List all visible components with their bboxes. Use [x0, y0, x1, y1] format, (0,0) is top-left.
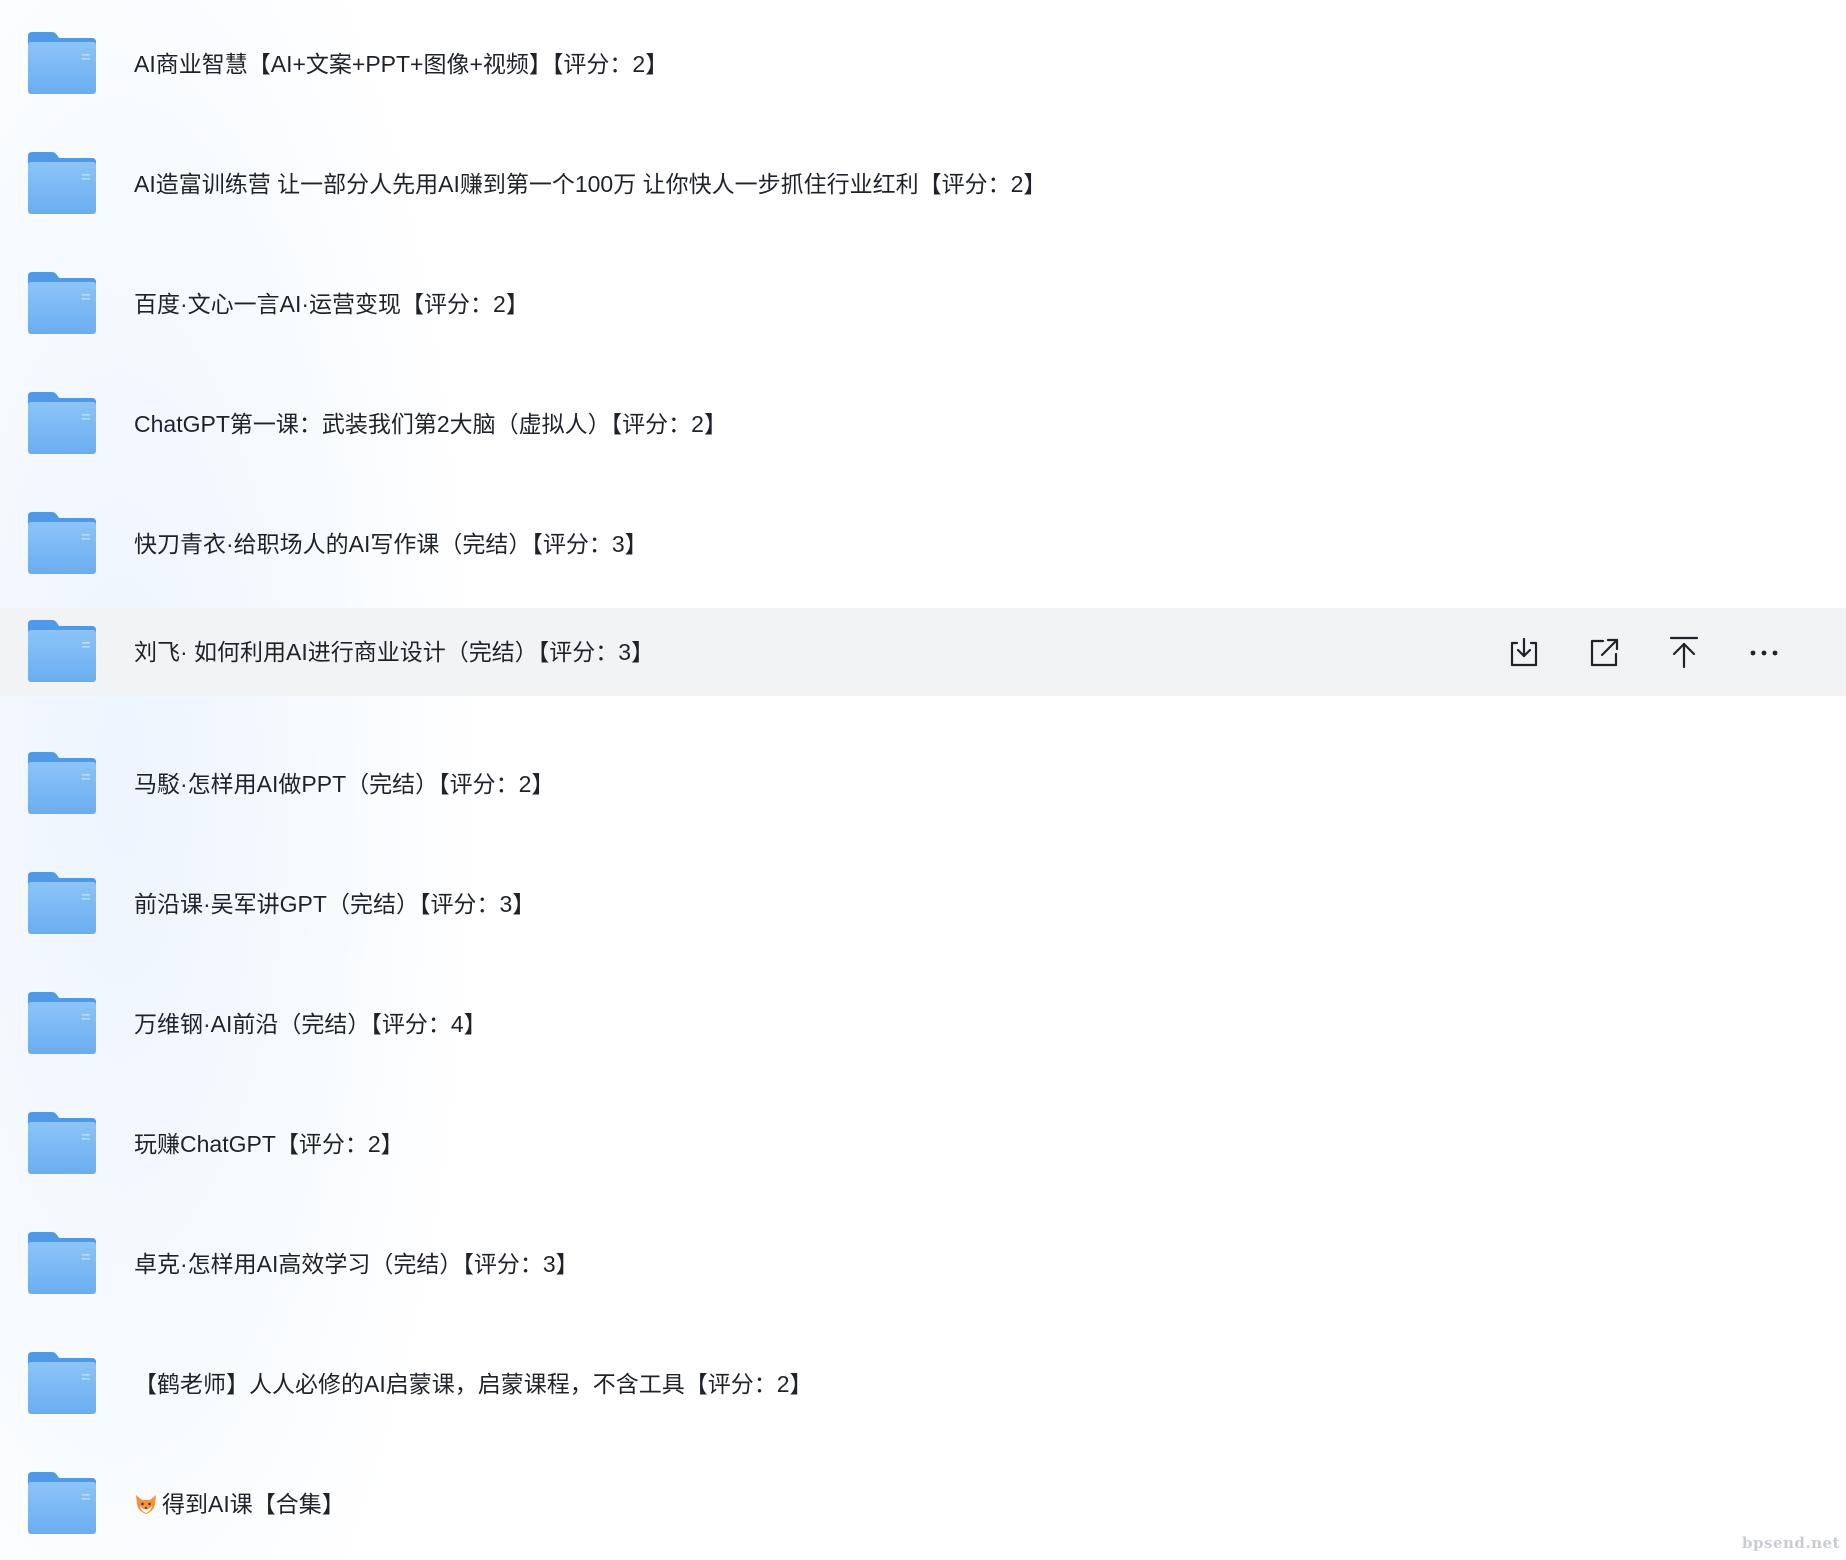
folder-name[interactable]: 马駁·怎样用AI做PPT（完结）【评分：2】 [134, 769, 554, 799]
list-item[interactable]: ChatGPT第一课：武装我们第2大脑（虚拟人）【评分：2】 [0, 380, 1846, 468]
list-item[interactable]: 卓克·怎样用AI高效学习（完结）【评分：3】 [0, 1220, 1846, 1308]
list-item[interactable]: 得到AI课【合集】 [0, 1460, 1846, 1548]
folder-name[interactable]: 前沿课·吴军讲GPT（完结）【评分：3】 [134, 889, 535, 919]
folder-icon [26, 150, 98, 216]
folder-icon [26, 390, 98, 456]
folder-name[interactable]: 刘飞· 如何利用AI进行商业设计（完结）【评分：3】 [134, 637, 654, 667]
folder-icon [26, 270, 98, 336]
folder-icon [26, 1470, 98, 1536]
list-item[interactable]: 快刀青衣·给职场人的AI写作课（完结）【评分：3】 [0, 500, 1846, 588]
folder-name[interactable]: 【鹤老师】人人必修的AI启蒙课，启蒙课程，不含工具【评分：2】 [134, 1369, 813, 1399]
folder-name[interactable]: AI造富训练营 让一部分人先用AI赚到第一个100万 让你快人一步抓住行业红利【… [134, 169, 1046, 199]
folder-icon [26, 1110, 98, 1176]
folder-name: 得到AI课【合集】 [162, 1491, 345, 1517]
list-item[interactable]: AI商业智慧【AI+文案+PPT+图像+视频】【评分：2】 [0, 20, 1846, 108]
list-item[interactable]: AI造富训练营 让一部分人先用AI赚到第一个100万 让你快人一步抓住行业红利【… [0, 140, 1846, 228]
folder-icon [26, 990, 98, 1056]
folder-name[interactable]: 万维钢·AI前沿（完结）【评分：4】 [134, 1009, 487, 1039]
list-item[interactable]: 百度·文心一言AI·运营变现【评分：2】 [0, 260, 1846, 348]
fox-emoji-icon [134, 1492, 158, 1514]
list-item[interactable]: 马駁·怎样用AI做PPT（完结）【评分：2】 [0, 740, 1846, 828]
folder-icon [26, 1230, 98, 1296]
watermark: bpsend.net [1742, 1534, 1840, 1552]
folder-name[interactable]: 卓克·怎样用AI高效学习（完结）【评分：3】 [134, 1249, 579, 1279]
folder-icon [26, 618, 98, 684]
folder-icon [26, 30, 98, 96]
folder-name[interactable]: 快刀青衣·给职场人的AI写作课（完结）【评分：3】 [134, 529, 648, 559]
list-item[interactable]: 玩赚ChatGPT【评分：2】 [0, 1100, 1846, 1188]
list-item[interactable]: 万维钢·AI前沿（完结）【评分：4】 [0, 980, 1846, 1068]
pin-to-top-icon[interactable] [1664, 632, 1704, 672]
download-icon[interactable] [1504, 632, 1544, 672]
folder-icon [26, 1350, 98, 1416]
more-icon[interactable] [1744, 632, 1784, 672]
folder-icon [26, 510, 98, 576]
folder-name[interactable]: 百度·文心一言AI·运营变现【评分：2】 [134, 289, 529, 319]
folder-icon [26, 870, 98, 936]
folder-icon [26, 750, 98, 816]
folder-name[interactable]: ChatGPT第一课：武装我们第2大脑（虚拟人）【评分：2】 [134, 409, 727, 439]
row-actions [1486, 608, 1846, 696]
share-icon[interactable] [1584, 632, 1624, 672]
folder-name[interactable]: 玩赚ChatGPT【评分：2】 [134, 1129, 404, 1159]
folder-name-with-emoji[interactable]: 得到AI课【合集】 [134, 1489, 345, 1519]
list-item[interactable]: 【鹤老师】人人必修的AI启蒙课，启蒙课程，不含工具【评分：2】 [0, 1340, 1846, 1428]
list-item[interactable]: 前沿课·吴军讲GPT（完结）【评分：3】 [0, 860, 1846, 948]
folder-name[interactable]: AI商业智慧【AI+文案+PPT+图像+视频】【评分：2】 [134, 49, 668, 79]
list-item-hovered[interactable]: 刘飞· 如何利用AI进行商业设计（完结）【评分：3】 [0, 608, 1846, 696]
